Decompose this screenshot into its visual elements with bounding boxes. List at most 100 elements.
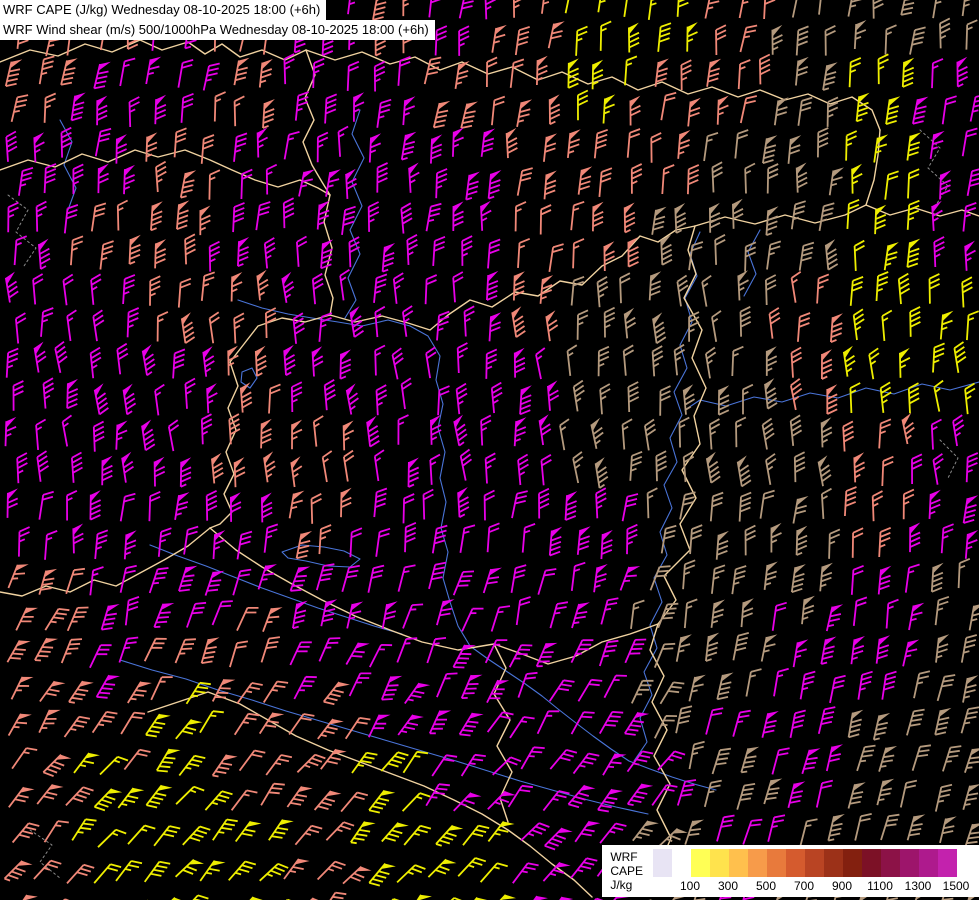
wind-barb [200, 711, 224, 732]
map-titles: WRF CAPE (J/kg) Wednesday 08-10-2025 18:… [0, 0, 435, 40]
wind-barb [374, 274, 387, 303]
wind-barb [899, 274, 910, 305]
wind-barb [460, 0, 476, 18]
wind-barb [791, 379, 802, 410]
wind-barb [680, 418, 690, 448]
wind-barb [96, 129, 111, 156]
wind-barb [72, 819, 96, 840]
legend-swatch [862, 849, 881, 877]
wind-barb [942, 524, 954, 553]
legend-unit-label: J/kg [610, 878, 643, 892]
wind-barb [233, 203, 244, 232]
wind-barb [425, 58, 441, 85]
wind-barb [516, 27, 530, 55]
wind-barb-flag [405, 132, 417, 142]
wind-barb-flag [384, 243, 395, 254]
wind-barb [313, 274, 323, 305]
legend-swatch [919, 849, 938, 877]
wind-barb [518, 239, 530, 268]
wind-barb [688, 165, 699, 194]
wind-barb [545, 174, 557, 199]
wind-barb [843, 421, 854, 451]
wind-barb [14, 381, 24, 411]
wind-barb [962, 277, 972, 307]
wind-barb [120, 59, 135, 87]
wind-barb [963, 0, 977, 16]
wind-barb [319, 313, 332, 342]
wind-barb [796, 61, 808, 86]
wind-barb [740, 26, 757, 53]
legend-swatch [672, 849, 691, 877]
wind-barb [238, 241, 249, 266]
wind-barb [901, 0, 915, 15]
wind-barb [662, 526, 677, 554]
wind-barb [907, 242, 919, 267]
wind-barb [542, 0, 556, 14]
wind-barb [214, 534, 225, 559]
legend-swatch [805, 849, 824, 877]
wind-barb [325, 380, 336, 410]
wind-barb [381, 752, 408, 771]
wind-barb [967, 311, 979, 340]
wind-barb [7, 349, 19, 378]
wind-barb [908, 169, 919, 198]
wind-barb [6, 132, 17, 162]
wind-barb [176, 787, 204, 805]
wind-barb [628, 129, 640, 158]
cape-legend: WRF CAPE J/kg 10030050070090011001300150… [602, 845, 979, 897]
wind-barb [118, 201, 128, 231]
wind-barb [541, 455, 551, 486]
wind-barb [55, 342, 67, 373]
lake [241, 368, 257, 388]
wind-barb [65, 205, 78, 234]
wind-barb [154, 826, 180, 846]
wind-barb [649, 0, 663, 20]
legend-value: 300 [709, 879, 747, 893]
wind-barb [8, 565, 25, 588]
wind-barb [377, 100, 391, 128]
wind-barb [930, 494, 941, 519]
wind-barb-flag [797, 639, 809, 649]
legend-swatch [824, 849, 843, 877]
country-border [658, 226, 706, 624]
wind-barb [801, 819, 818, 845]
wind-barb [851, 639, 863, 664]
wind-barb-flag [832, 313, 843, 324]
wind-barb [403, 100, 414, 125]
wind-barb [846, 131, 857, 161]
wind-barb [766, 275, 776, 305]
wind-barb [426, 347, 436, 378]
wind-barb [352, 753, 377, 773]
wind-barb [536, 348, 545, 379]
wind-barb [882, 457, 893, 486]
wind-barb [711, 493, 723, 522]
wind-barb [712, 565, 725, 593]
wind-barb [742, 602, 754, 627]
wind-barb [579, 170, 591, 195]
wind-barb [264, 682, 288, 703]
wind-barb-flag [797, 496, 809, 506]
wind-barb [604, 676, 627, 698]
wind-barb [512, 565, 527, 593]
wind-barb-flag [714, 600, 725, 610]
wind-barb [770, 308, 781, 339]
wind-barb [773, 603, 787, 631]
wind-barb [712, 162, 722, 192]
wind-barb-flag [877, 134, 889, 144]
wind-barb [792, 567, 805, 592]
wind-barb [45, 821, 69, 842]
wind-barb [62, 639, 82, 663]
wind-barb [269, 384, 281, 413]
wind-barb [176, 639, 196, 663]
wind-barb [151, 677, 173, 700]
wind-barb [965, 749, 979, 773]
wind-barb [284, 198, 294, 228]
wind-barb [680, 492, 695, 519]
wind-barb [232, 790, 258, 810]
wind-barb [100, 241, 113, 269]
wind-barb [850, 58, 861, 87]
wind-barb-flag [804, 596, 815, 607]
wind-barb [802, 599, 814, 624]
wind-barb [550, 602, 567, 628]
wind-barb [689, 242, 703, 270]
